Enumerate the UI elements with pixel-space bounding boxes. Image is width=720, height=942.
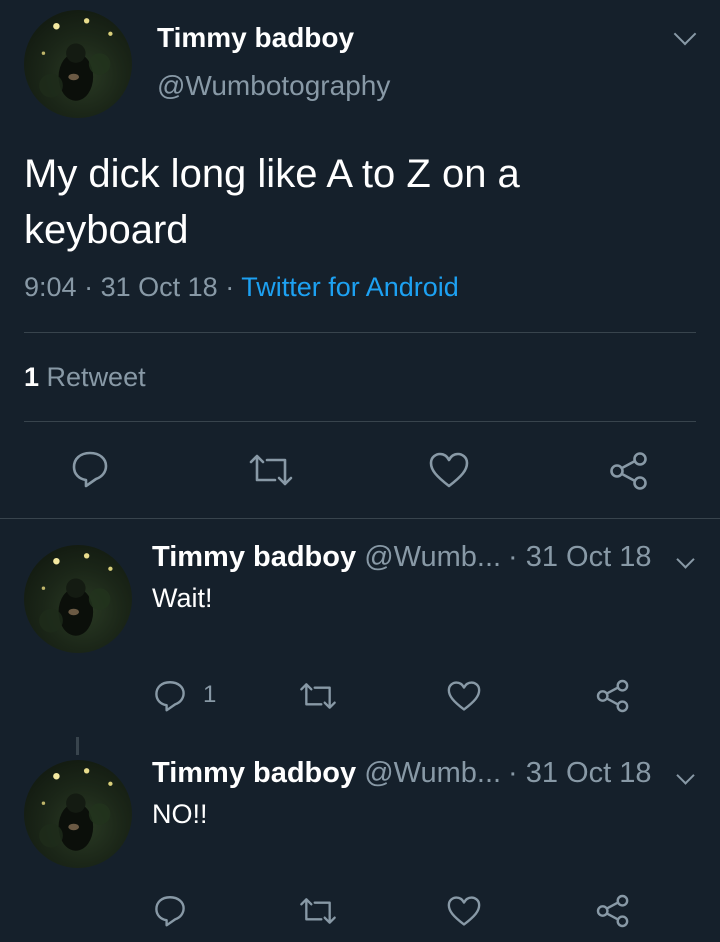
like-icon[interactable] — [428, 451, 470, 489]
reply-icon[interactable] — [153, 678, 187, 712]
tweet-meta: 9:04 · 31 Oct 18 · Twitter for Android — [24, 272, 459, 303]
chevron-down-icon[interactable] — [673, 22, 697, 46]
reply-count: 1 — [203, 681, 217, 708]
chevron-down-icon[interactable] — [676, 766, 695, 785]
avatar[interactable] — [24, 545, 132, 653]
tweet-date: 31 Oct 18 — [100, 272, 218, 302]
author-name[interactable]: Timmy badboy — [157, 22, 354, 54]
chevron-down-icon[interactable] — [676, 550, 695, 569]
author-handle[interactable]: @Wumbotography — [157, 70, 390, 102]
reply-text: Wait! — [152, 583, 213, 613]
avatar-image — [39, 768, 113, 851]
reply-header: Timmy badboy @Wumb... — [152, 757, 501, 790]
retweet-icon[interactable] — [298, 894, 338, 928]
reply-text: NO!! — [152, 799, 208, 829]
tweet-source-link[interactable]: Twitter for Android — [241, 272, 459, 302]
retweet-label: Retweet — [46, 362, 146, 392]
reply-author-handle[interactable]: @Wumb... — [364, 541, 501, 573]
divider — [24, 332, 696, 333]
meta-separator: · — [225, 272, 235, 302]
avatar[interactable] — [24, 760, 132, 868]
share-icon[interactable] — [608, 450, 650, 492]
divider — [24, 421, 696, 422]
avatar-image — [39, 18, 113, 101]
share-icon[interactable] — [595, 678, 631, 714]
reply-icon[interactable] — [70, 448, 110, 488]
share-icon[interactable] — [595, 893, 631, 929]
divider — [0, 518, 720, 519]
tweet-detail-page: Timmy badboy @Wumbotography My dick long… — [0, 0, 720, 942]
reply-author-name[interactable]: Timmy badboy — [152, 757, 356, 789]
meta-separator: · — [84, 272, 94, 302]
avatar[interactable] — [24, 10, 132, 118]
tweet-time: 9:04 — [24, 272, 77, 302]
retweet-count: 1 — [24, 362, 40, 392]
like-icon[interactable] — [446, 895, 482, 927]
retweet-stats[interactable]: 1 Retweet — [24, 362, 146, 393]
avatar-image — [39, 553, 113, 636]
reply-date[interactable]: · 31 Oct 18 — [508, 541, 651, 574]
reply-author-handle[interactable]: @Wumb... — [364, 757, 501, 789]
reply-header: Timmy badboy @Wumb... — [152, 541, 501, 574]
tweet-text: My dick long like A to Z on a keyboard — [24, 152, 520, 252]
like-icon[interactable] — [446, 680, 482, 712]
retweet-icon[interactable] — [298, 679, 338, 713]
reply-author-name[interactable]: Timmy badboy — [152, 541, 356, 573]
reply-icon[interactable] — [153, 893, 187, 927]
reply-date[interactable]: · 31 Oct 18 — [508, 757, 651, 790]
retweet-icon[interactable] — [247, 450, 295, 490]
thread-line — [76, 737, 79, 755]
